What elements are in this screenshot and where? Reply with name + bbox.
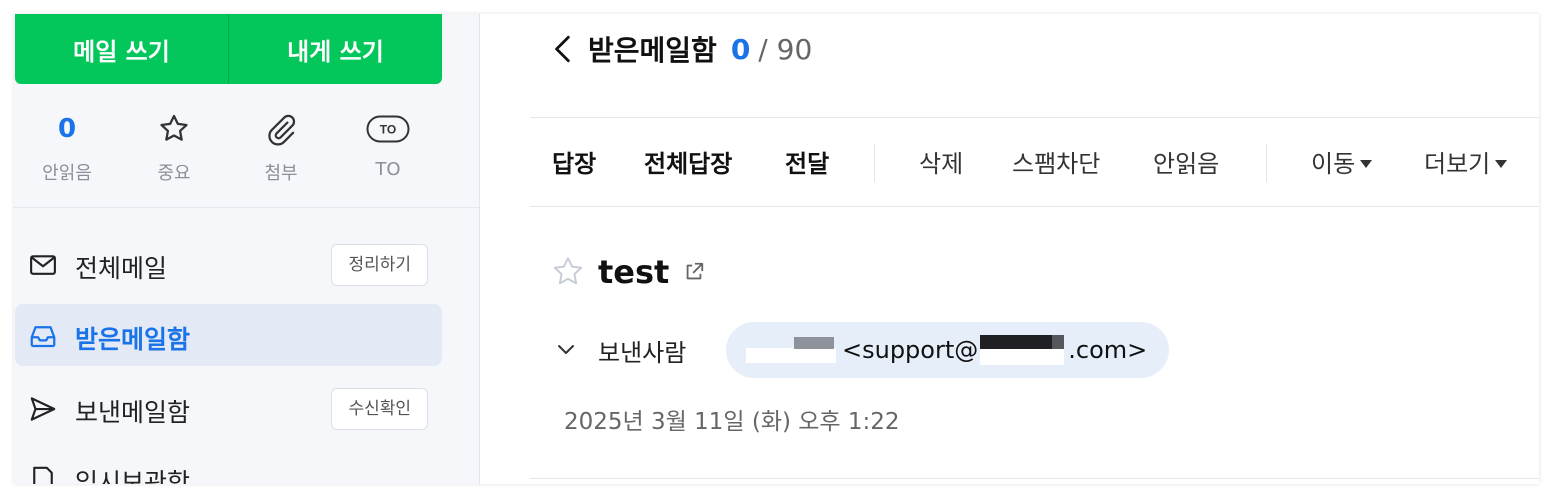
redacted-name [746,337,836,363]
mail-toolbar: 답장 전체답장 전달 삭제 스팸차단 안읽음 이동 더보기 [530,118,1539,206]
mail-window: 메일 쓰기 내게 쓰기 0 안읽음 중요 첨부 TO TO 전체메일 정리하기 … [14,14,1539,484]
page-title: 받은메일함 [588,34,717,67]
compose-bar: 메일 쓰기 내게 쓰기 [15,14,442,84]
read-receipt-button[interactable]: 수신확인 [331,388,428,430]
sidebar: 메일 쓰기 내게 쓰기 0 안읽음 중요 첨부 TO TO 전체메일 정리하기 … [14,14,480,484]
external-link-icon[interactable] [683,261,705,283]
quick-filter-important[interactable]: 중요 [134,109,214,185]
caret-down-icon [1495,160,1508,168]
mail-view: 받은메일함 0 / 90 답장 전체답장 전달 삭제 스팸차단 안읽음 이동 더… [480,14,1539,484]
quick-filter-attachment[interactable]: 첨부 [241,109,321,185]
sidebar-item-drafts[interactable]: 임시보관함 [15,447,442,484]
quick-filters: 0 안읽음 중요 첨부 TO TO [14,109,479,209]
star-icon[interactable] [550,254,586,290]
reply-button[interactable]: 답장 [552,144,596,179]
sender-chip[interactable]: <support@ .com> [726,322,1170,378]
forward-button[interactable]: 전달 [785,144,829,179]
quick-filter-label: 첨부 [264,163,298,184]
mail-date: 2025년 3월 11일 (화) 오후 1:22 [564,409,900,435]
chevron-down-icon[interactable] [554,338,578,362]
move-dropdown[interactable]: 이동 [1311,144,1373,179]
envelope-icon [30,255,56,275]
organize-button[interactable]: 정리하기 [331,244,428,286]
mark-unread-button[interactable]: 안읽음 [1153,144,1219,179]
divider [874,144,875,182]
unread-count[interactable]: 0 [731,33,750,66]
paperclip-icon [268,114,296,146]
back-chevron-icon[interactable] [550,34,576,64]
subject-row: test [550,250,705,294]
star-icon [160,114,188,141]
paper-plane-icon [30,397,56,421]
sender-row: 보낸사람 <support@ .com> [554,322,1170,378]
write-to-self-button[interactable]: 내게 쓰기 [228,14,442,84]
sidebar-item-all-mail[interactable]: 전체메일 정리하기 [15,233,442,295]
sidebar-item-label: 전체메일 [75,254,168,283]
sidebar-item-label: 임시보관함 [75,468,191,484]
redacted-domain [980,335,1066,365]
divider [14,207,479,208]
block-spam-button[interactable]: 스팸차단 [1012,144,1100,179]
write-mail-button[interactable]: 메일 쓰기 [15,14,228,84]
sender-email-suffix: .com> [1068,336,1148,364]
reply-all-button[interactable]: 전체답장 [644,144,732,179]
more-dropdown[interactable]: 더보기 [1424,144,1508,179]
divider [1266,144,1267,182]
sidebar-item-inbox[interactable]: 받은메일함 [15,304,442,366]
quick-filter-label: 중요 [157,163,191,184]
mail-subject: test [598,253,670,291]
move-label: 이동 [1311,150,1356,178]
delete-button[interactable]: 삭제 [919,144,963,179]
divider [530,206,1539,207]
caret-down-icon [1360,160,1373,168]
total-count: / 90 [758,32,813,66]
folder-header: 받은메일함 0 / 90 [550,27,812,71]
more-label: 더보기 [1424,150,1491,178]
quick-filter-to[interactable]: TO TO [348,109,428,180]
sidebar-item-label: 보낸메일함 [75,398,191,427]
sender-email-prefix: <support@ [842,336,979,364]
unread-count: 0 [57,114,77,144]
draft-icon [33,466,53,484]
divider [530,478,1539,479]
quick-filter-unread[interactable]: 0 안읽음 [27,109,107,185]
quick-filter-label: TO [375,159,401,180]
sidebar-item-sent[interactable]: 보낸메일함 수신확인 [15,377,442,439]
to-badge-icon: TO [366,115,410,143]
sidebar-item-label: 받은메일함 [75,325,191,354]
quick-filter-label: 안읽음 [42,163,92,184]
svg-text:TO: TO [380,123,396,137]
inbox-icon [30,326,56,348]
sender-label: 보낸사람 [598,338,687,367]
